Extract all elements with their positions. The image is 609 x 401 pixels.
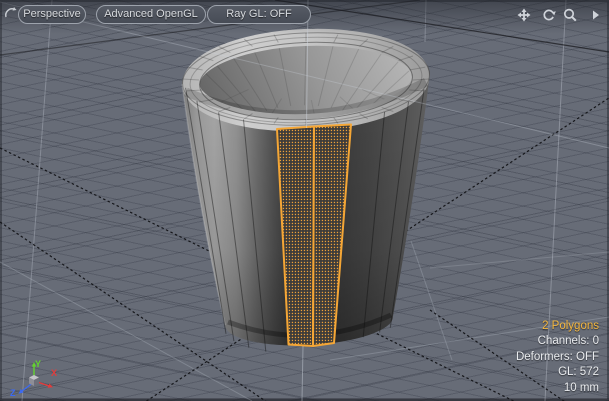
- status-deformers: Deformers: OFF: [516, 350, 599, 366]
- viewport-3d[interactable]: Y X Z Perspective Advanced OpenGL Ray GL…: [0, 0, 609, 401]
- ray-gl-button[interactable]: Ray GL: OFF: [207, 5, 311, 24]
- axis-x-label: X: [51, 368, 57, 378]
- orbit-icon[interactable]: [544, 10, 555, 19]
- status-grid-size: 10 mm: [516, 381, 599, 397]
- expand-icon[interactable]: [593, 11, 599, 20]
- pan-icon[interactable]: [518, 9, 531, 22]
- perspective-button[interactable]: Perspective: [18, 5, 86, 24]
- shading-mode-button[interactable]: Advanced OpenGL: [96, 5, 206, 24]
- status-readout: 2 Polygons Channels: 0 Deformers: OFF GL…: [516, 319, 599, 397]
- cup-mesh[interactable]: [181, 28, 431, 352]
- status-channels: Channels: 0: [516, 334, 599, 350]
- axis-z-label: Z: [10, 388, 16, 398]
- axis-gizmo: Y X Z: [10, 359, 57, 398]
- nav-icons: [512, 2, 607, 28]
- status-selection: 2 Polygons: [516, 319, 599, 335]
- axis-y-label: Y: [35, 359, 41, 369]
- zoom-icon[interactable]: [565, 10, 576, 21]
- status-gl: GL: 572: [516, 365, 599, 381]
- viewport-menu-arc-icon[interactable]: [4, 6, 18, 20]
